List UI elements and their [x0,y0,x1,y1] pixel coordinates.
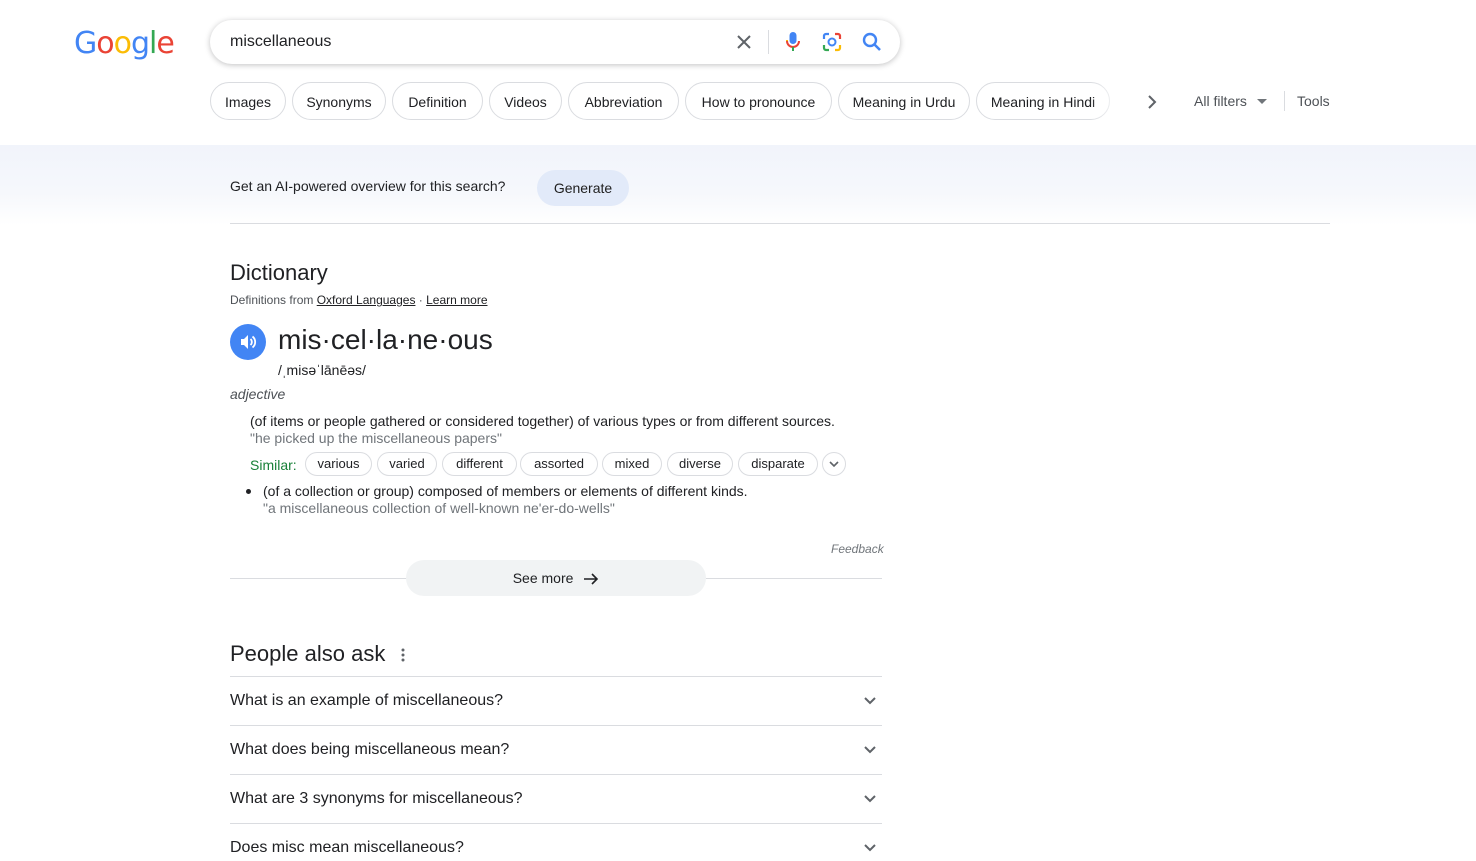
more-vert-icon[interactable] [396,647,410,663]
search-input[interactable]: miscellaneous [230,33,331,51]
learn-more-link[interactable]: Learn more [426,293,487,307]
chevron-down-icon [862,742,878,758]
google-logo[interactable]: Google [74,26,175,61]
bullet-icon [246,489,251,494]
synonym-chip[interactable]: various [305,452,372,476]
see-more-button[interactable]: See more [406,560,706,596]
section-divider [230,223,1330,224]
chip-images[interactable]: Images [210,82,286,120]
toolbar-divider [1284,91,1285,111]
similar-label: Similar: [250,457,297,473]
lens-camera-icon[interactable] [820,30,844,54]
chevron-down-icon [862,693,878,709]
paa-question-row[interactable]: What is an example of miscellaneous? [230,676,882,725]
headword: mis·cel·la·ne·ous [278,324,493,355]
people-also-ask-title: People also ask [230,641,386,666]
synonym-chip[interactable]: assorted [520,452,598,476]
chip-how-to-pronounce[interactable]: How to pronounce [685,82,832,120]
paa-question: What are 3 synonyms for miscellaneous? [230,790,523,807]
synonym-chip[interactable]: different [442,452,517,476]
chip-definition[interactable]: Definition [392,82,483,120]
chips-fade [1090,82,1130,122]
synonym-chip[interactable]: diverse [667,452,733,476]
dictionary-source: Definitions from Oxford Languages · Lear… [230,293,488,307]
ai-overview-band [0,145,1476,225]
synonym-chip[interactable]: mixed [602,452,662,476]
oxford-languages-link[interactable]: Oxford Languages [317,293,416,307]
synonym-chip[interactable]: disparate [738,452,818,476]
chip-meaning-in-urdu[interactable]: Meaning in Urdu [838,82,970,120]
example-1: "he picked up the miscellaneous papers" [250,430,502,446]
all-filters-button[interactable]: All filters [1194,93,1247,109]
chip-abbreviation[interactable]: Abbreviation [568,82,679,120]
definition-1: (of items or people gathered or consider… [250,413,835,429]
arrow-right-icon [584,573,599,585]
chevron-right-icon[interactable] [1140,90,1164,114]
source-separator: · [415,293,427,307]
clear-icon[interactable] [732,30,756,54]
see-more-label: See more [512,570,574,586]
microphone-icon[interactable] [781,30,805,54]
caret-down-icon[interactable] [1257,99,1267,104]
tools-button[interactable]: Tools [1297,93,1330,109]
paa-question: What is an example of miscellaneous? [230,692,504,709]
chevron-down-icon [862,791,878,807]
paa-question: What does being miscellaneous mean? [230,741,510,758]
generate-button[interactable]: Generate [537,170,629,206]
ai-overview-prompt: Get an AI-powered overview for this sear… [230,178,506,194]
definition-2: (of a collection or group) composed of m… [263,483,748,499]
source-prefix: Definitions from [230,293,317,307]
paa-question-row[interactable]: What are 3 synonyms for miscellaneous? [230,774,882,823]
search-box[interactable]: miscellaneous [210,20,900,64]
paa-question: Does misc mean miscellaneous? [230,839,464,856]
search-divider [768,30,769,54]
dictionary-title: Dictionary [230,260,328,285]
part-of-speech: adjective [230,386,286,402]
paa-question-row[interactable]: Does misc mean miscellaneous? [230,823,882,856]
paa-question-row[interactable]: What does being miscellaneous mean? [230,725,882,774]
synonym-chip[interactable]: varied [377,452,437,476]
chevron-down-icon [862,840,878,856]
chip-synonyms[interactable]: Synonyms [292,82,386,120]
chip-videos[interactable]: Videos [489,82,562,120]
chevron-down-icon[interactable] [822,452,846,476]
feedback-link[interactable]: Feedback [831,542,884,556]
phonetic: /ˌmisəˈlānēəs/ [278,362,366,378]
speaker-icon[interactable] [230,324,266,360]
example-2: "a miscellaneous collection of well-know… [263,500,615,516]
search-icon[interactable] [860,30,884,54]
